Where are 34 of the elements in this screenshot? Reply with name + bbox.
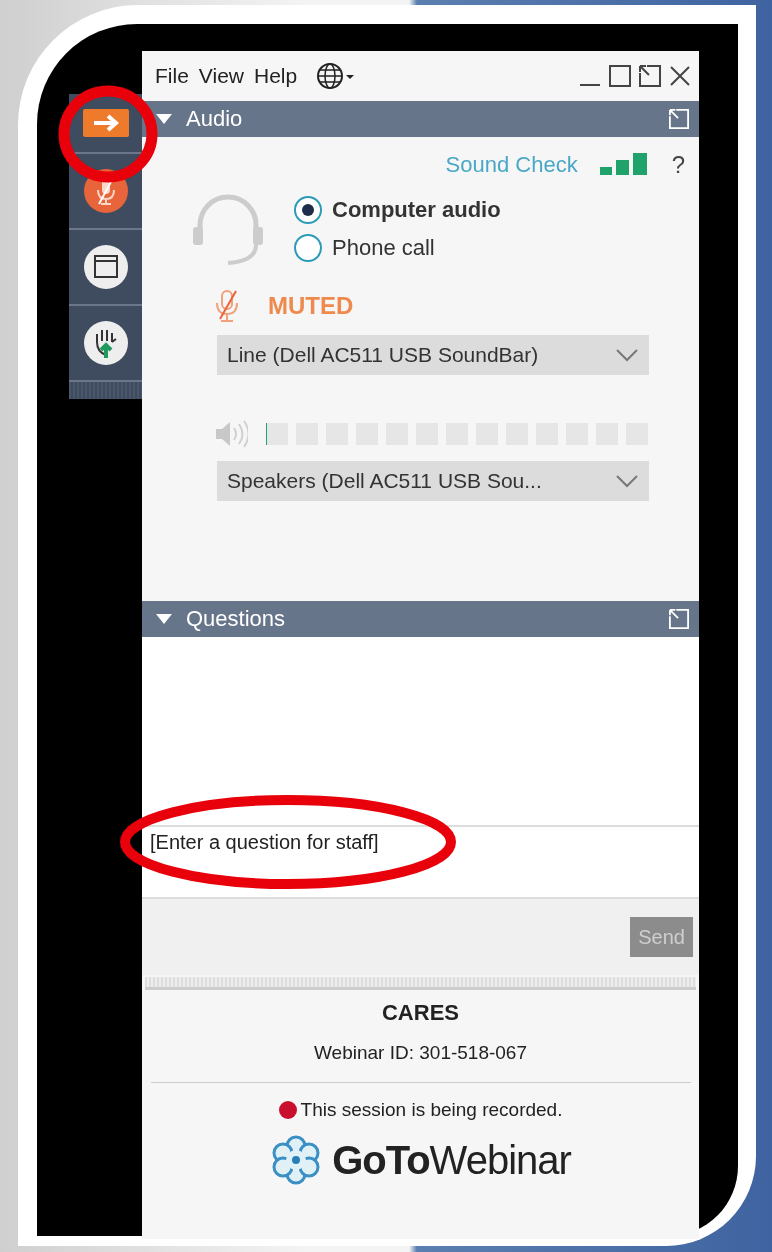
- brand-wordmark: GoToWebinar: [332, 1137, 571, 1183]
- mic-status: MUTED: [268, 292, 354, 320]
- popout-icon: [669, 109, 689, 129]
- radio-label: Phone call: [332, 235, 435, 261]
- speaker-icon: [214, 419, 248, 449]
- raise-hand-icon: [82, 320, 129, 366]
- menu-item[interactable]: View: [197, 64, 245, 88]
- maximize-icon[interactable]: [609, 65, 631, 87]
- radio-button[interactable]: [294, 196, 322, 224]
- organizer-name: CARES: [382, 1000, 459, 1026]
- speaker-dropdown[interactable]: Speakers (Dell AC511 USB Sou...: [217, 461, 649, 501]
- undock-icon[interactable]: [639, 65, 661, 87]
- webinar-id: Webinar ID: 301-518-067: [314, 1042, 527, 1064]
- audio-header[interactable]: Audio: [142, 101, 699, 137]
- popout-icon: [669, 609, 689, 629]
- menu-item[interactable]: File: [154, 64, 190, 88]
- recording-notice: This session is being recorded.: [300, 1099, 563, 1121]
- signal-bars-icon: [599, 153, 650, 177]
- help-icon[interactable]: ?: [671, 151, 685, 179]
- microphone-dropdown[interactable]: Line (Dell AC511 USB SoundBar): [217, 335, 649, 375]
- questions-header[interactable]: Questions: [142, 601, 699, 637]
- close-icon[interactable]: [669, 65, 691, 87]
- globe-dropdown-icon[interactable]: [316, 61, 357, 91]
- window-icon: [82, 244, 129, 290]
- chevron-down-icon: [615, 348, 639, 362]
- window-toolbar-button[interactable]: [69, 230, 142, 306]
- hand-toolbar-button[interactable]: [69, 306, 142, 382]
- question-input-field[interactable]: [Enter a question for staff]: [142, 825, 699, 899]
- radio-button[interactable]: [294, 234, 322, 262]
- radio-label: Computer audio: [332, 197, 501, 223]
- chevron-down-icon: [615, 474, 639, 488]
- menu-item[interactable]: Help: [253, 64, 299, 88]
- splitter-handle[interactable]: [145, 977, 696, 990]
- muted-mic-icon: [82, 168, 129, 214]
